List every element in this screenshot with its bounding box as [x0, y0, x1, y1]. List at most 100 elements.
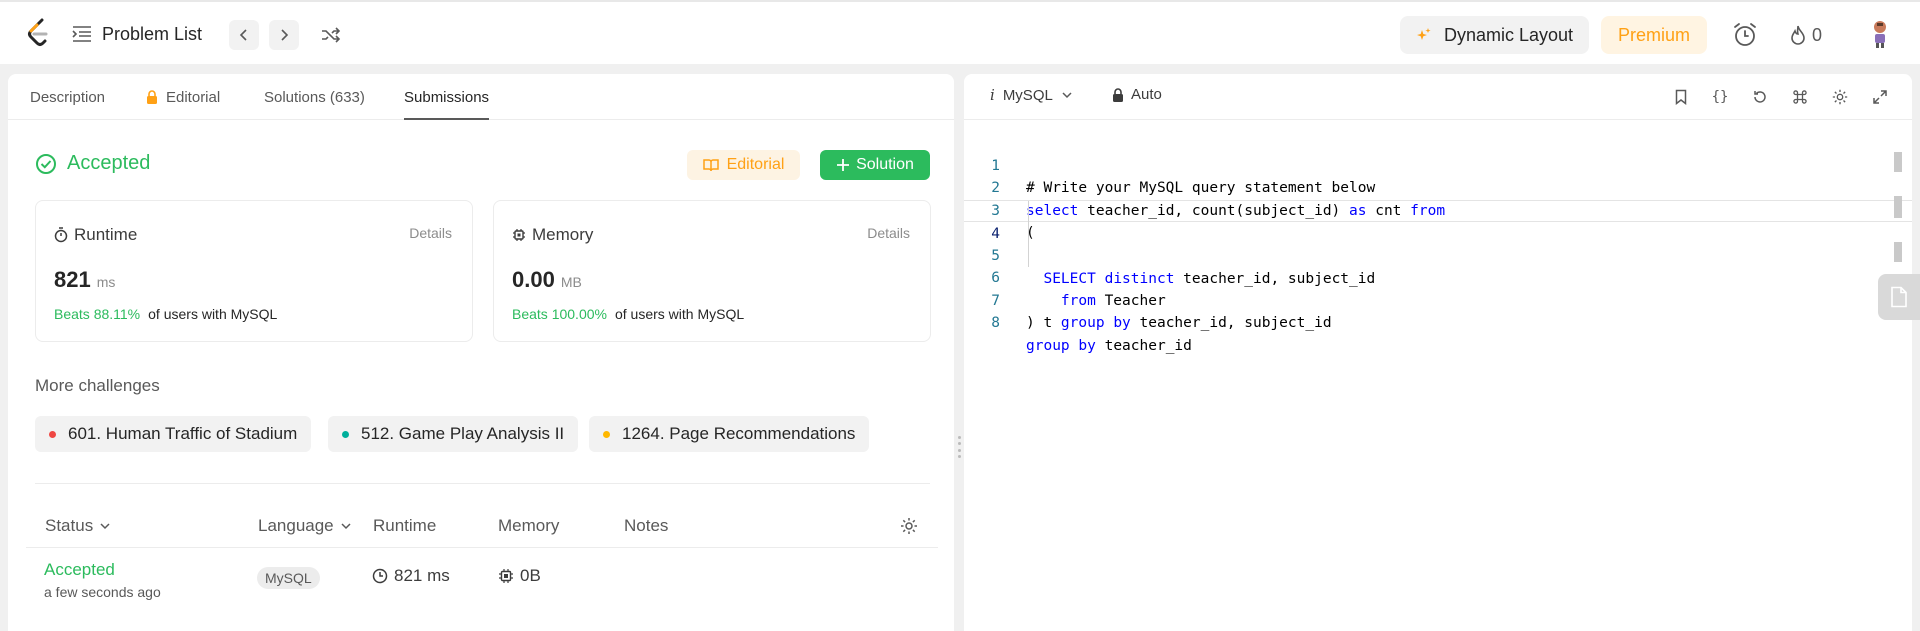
code-text: group by teacher_id — [1026, 337, 1192, 354]
leetcode-logo-icon[interactable] — [26, 18, 52, 48]
challenge-chip[interactable]: 512. Game Play Analysis II — [328, 416, 579, 452]
notes-side-tab[interactable] — [1878, 274, 1920, 320]
memory-column-header: Memory — [498, 516, 559, 536]
language-column-header[interactable]: Language — [258, 516, 352, 536]
shuffle-icon[interactable] — [318, 22, 344, 48]
editor-toolbar: i MySQL Auto {} — [964, 74, 1912, 120]
runtime-cell: 821 ms — [394, 566, 450, 585]
tab-label: Description — [30, 88, 106, 106]
runtime-details-link[interactable]: Details — [409, 225, 452, 241]
dynamic-layout-button[interactable]: Dynamic Layout — [1400, 16, 1590, 54]
memory-beats: Beats 100.00% of users with MySQL — [512, 306, 744, 322]
flame-icon — [1790, 25, 1806, 45]
memory-card: Memory Details 0.00 MB Beats 100.00% of … — [493, 200, 931, 342]
submission-time: a few seconds ago — [44, 584, 161, 600]
challenge-label: 1264. Page Recommendations — [622, 424, 856, 443]
problem-list-label: Problem List — [102, 23, 203, 44]
code-line: 2 select teacher_id, count(subject_id) a… — [964, 155, 1912, 219]
memory-number: 0.00 — [512, 267, 555, 292]
runtime-unit: ms — [96, 274, 116, 290]
format-code-icon[interactable]: {} — [1710, 87, 1730, 107]
alarm-clock-icon[interactable] — [1730, 20, 1760, 50]
column-header-label: Language — [258, 516, 334, 535]
reset-icon[interactable] — [1750, 87, 1770, 107]
runtime-number: 821 — [54, 267, 91, 292]
panel-resize-handle[interactable] — [957, 436, 961, 458]
code-editor-panel: i MySQL Auto {} 1 # Write your MySQL que… — [964, 74, 1912, 631]
solution-button[interactable]: Solution — [820, 150, 930, 180]
code-line: 3 ( — [964, 177, 1912, 242]
premium-button[interactable]: Premium — [1601, 16, 1708, 54]
runtime-label-text: Runtime — [74, 225, 138, 244]
lock-icon — [146, 90, 158, 104]
section-divider — [35, 483, 930, 484]
code-editor[interactable]: 1 # Write your MySQL query statement bel… — [964, 132, 1912, 354]
gear-icon[interactable] — [899, 516, 919, 536]
list-icon — [72, 25, 92, 43]
scrollbar-marker — [1894, 242, 1902, 262]
language-badge: MySQL — [257, 567, 320, 589]
previous-problem-button[interactable] — [229, 20, 259, 50]
settings-gear-icon[interactable] — [1830, 87, 1850, 107]
solution-button-label: Solution — [856, 156, 914, 173]
next-problem-button[interactable] — [269, 20, 299, 50]
memory-details-link[interactable]: Details — [867, 225, 910, 241]
tab-editorial[interactable]: Editorial — [146, 74, 220, 120]
streak-counter[interactable]: 0 — [1790, 22, 1822, 48]
user-avatar[interactable] — [1865, 18, 1895, 50]
code-line-current: 4 SELECT distinct teacher_id, subject_id — [964, 199, 1912, 287]
tab-submissions[interactable]: Submissions — [404, 74, 490, 120]
submission-result: Accepted — [35, 152, 150, 175]
runtime-beats-percent: Beats 88.11% — [54, 306, 141, 322]
editorial-button-label: Editorial — [726, 156, 785, 173]
memory-cell: 0B — [520, 566, 541, 585]
command-icon[interactable] — [1790, 87, 1810, 107]
problem-list-button[interactable]: Problem List — [72, 18, 202, 50]
auto-mode-toggle[interactable]: Auto — [1112, 86, 1162, 103]
bookmark-icon[interactable] — [1671, 87, 1691, 107]
tab-solutions[interactable]: Solutions (633) — [264, 74, 365, 120]
column-header-label: Status — [45, 516, 94, 535]
check-circle-icon — [35, 153, 57, 175]
fullscreen-icon[interactable] — [1870, 87, 1890, 107]
column-header-label: Notes — [624, 516, 669, 535]
chevron-down-icon — [100, 523, 110, 530]
language-selector[interactable]: i MySQL — [990, 86, 1073, 104]
challenge-chip[interactable]: 601. Human Traffic of Stadium — [35, 416, 312, 452]
tab-description[interactable]: Description — [30, 74, 105, 120]
chip-icon — [512, 228, 526, 242]
scrollbar-marker — [1894, 196, 1902, 218]
submission-status-link[interactable]: Accepted — [44, 560, 115, 580]
top-navbar: Problem List Dynamic Layout Premium 0 — [0, 0, 1920, 64]
submission-runtime: 821 ms — [372, 566, 450, 586]
scrollbar-marker — [1894, 152, 1902, 172]
runtime-value: 821 ms — [54, 267, 115, 293]
editorial-button[interactable]: Editorial — [687, 150, 800, 180]
table-header-divider — [26, 547, 938, 548]
chevron-down-icon — [1062, 92, 1072, 99]
plus-icon — [836, 158, 850, 172]
result-status: Accepted — [67, 152, 151, 174]
tab-bar: Description Editorial Solutions (633) Su… — [8, 74, 954, 120]
status-column-header[interactable]: Status — [45, 516, 111, 536]
clock-icon — [372, 568, 388, 584]
tab-label: Submissions — [404, 88, 490, 106]
dynamic-layout-label: Dynamic Layout — [1444, 24, 1574, 45]
challenge-chip[interactable]: 1264. Page Recommendations — [589, 416, 870, 452]
difficulty-dot-medium — [603, 430, 610, 438]
left-panel: Description Editorial Solutions (633) Su… — [8, 74, 954, 631]
difficulty-dot-hard — [49, 430, 56, 438]
chip-icon — [498, 568, 514, 584]
runtime-column-header: Runtime — [373, 516, 436, 536]
column-header-label: Memory — [498, 516, 560, 535]
tab-label: Editorial — [166, 88, 221, 106]
memory-beats-suffix: of users with MySQL — [614, 306, 745, 322]
memory-label: Memory — [512, 225, 593, 245]
runtime-card: Runtime Details 821 ms Beats 88.11% of u… — [35, 200, 473, 342]
challenge-label: 512. Game Play Analysis II — [361, 424, 565, 443]
memory-label-text: Memory — [532, 225, 594, 244]
chevron-down-icon — [341, 523, 351, 530]
sparkle-icon — [1416, 27, 1432, 43]
lock-icon — [1112, 87, 1124, 102]
document-icon — [1891, 286, 1907, 308]
